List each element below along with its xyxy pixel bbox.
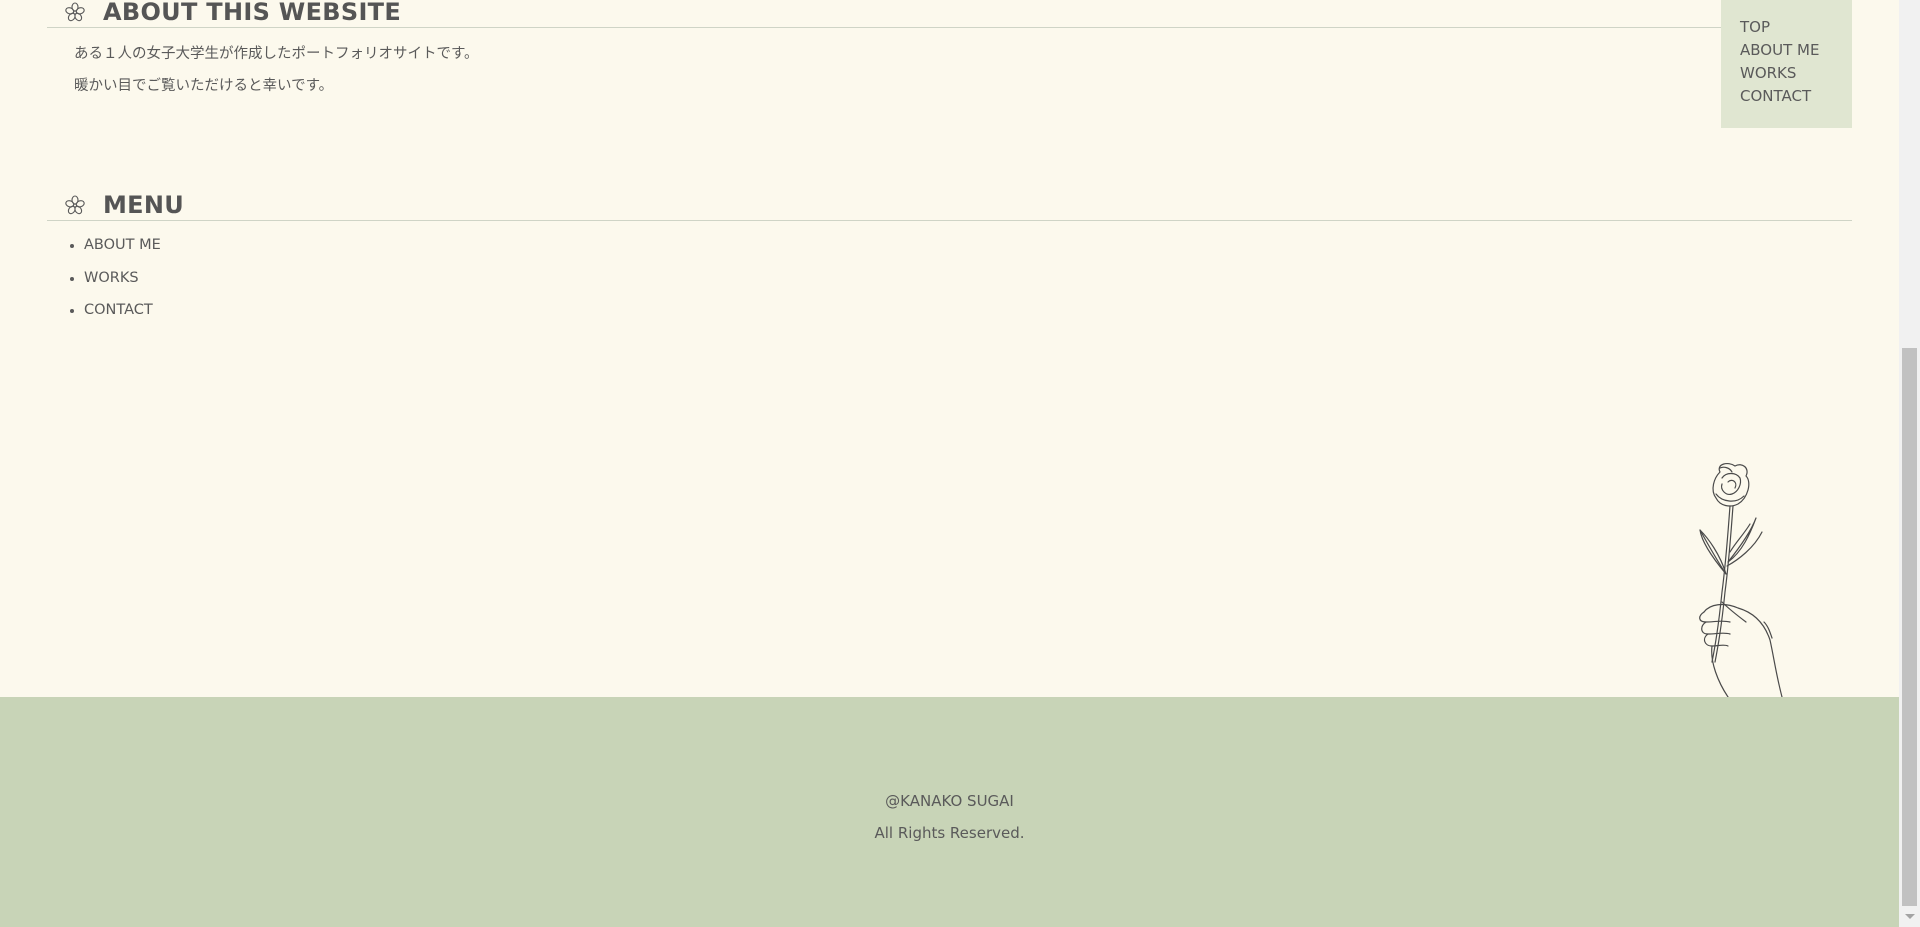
about-heading-bar: ABOUT THIS WEBSITE bbox=[47, 0, 1852, 28]
menu-heading-bar: MENU bbox=[47, 190, 1852, 221]
footer-rights: All Rights Reserved. bbox=[874, 824, 1025, 842]
scrollbar-thumb[interactable] bbox=[1902, 348, 1917, 906]
scroll-down-arrow-icon[interactable] bbox=[1905, 914, 1915, 919]
page: ABOUT THIS WEBSITE ある１人の女子大学生が作成したポートフォリ… bbox=[0, 0, 1899, 927]
about-body: ある１人の女子大学生が作成したポートフォリオサイトです。 暖かい目でご覧いただけ… bbox=[74, 38, 1852, 102]
menu-item-works[interactable]: WORKS bbox=[84, 262, 1852, 295]
rose-in-hand-illustration bbox=[1699, 462, 1783, 697]
about-line-1: ある１人の女子大学生が作成したポートフォリオサイトです。 bbox=[74, 46, 479, 62]
menu-heading: MENU bbox=[103, 191, 185, 219]
footer-copyright: @KANAKO SUGAI bbox=[885, 792, 1014, 810]
about-heading: ABOUT THIS WEBSITE bbox=[103, 0, 402, 26]
about-section: ABOUT THIS WEBSITE ある１人の女子大学生が作成したポートフォリ… bbox=[47, 0, 1852, 102]
flower-icon bbox=[65, 2, 85, 22]
menu-item-about-me[interactable]: ABOUT ME bbox=[84, 229, 1852, 262]
flower-icon bbox=[65, 195, 85, 215]
footer: @KANAKO SUGAI All Rights Reserved. bbox=[0, 697, 1899, 927]
menu-item-contact[interactable]: CONTACT bbox=[84, 294, 1852, 327]
nav-link-top[interactable]: TOP bbox=[1740, 16, 1852, 39]
nav-link-about-me[interactable]: ABOUT ME bbox=[1740, 39, 1852, 62]
nav-link-contact[interactable]: CONTACT bbox=[1740, 85, 1852, 108]
about-line-2: 暖かい目でご覧いただけると幸いです。 bbox=[74, 78, 334, 94]
menu-list: ABOUT ME WORKS CONTACT bbox=[47, 229, 1852, 327]
vertical-scrollbar[interactable] bbox=[1899, 0, 1920, 927]
floating-nav: TOP ABOUT ME WORKS CONTACT bbox=[1721, 0, 1852, 128]
nav-link-works[interactable]: WORKS bbox=[1740, 62, 1852, 85]
menu-section: MENU ABOUT ME WORKS CONTACT bbox=[47, 190, 1852, 327]
